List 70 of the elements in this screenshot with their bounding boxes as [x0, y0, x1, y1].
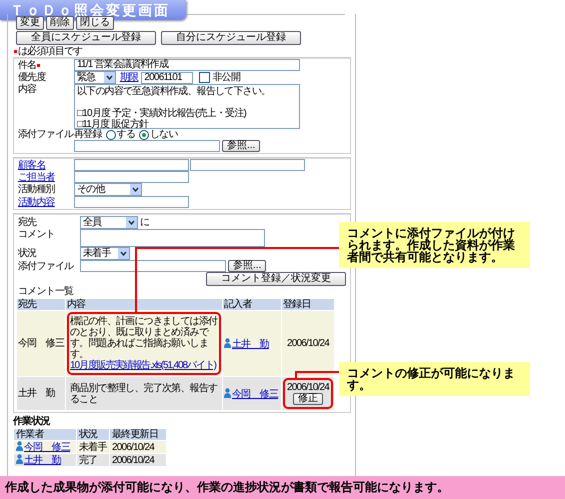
comment-text: 標記の件、計画につきましては添付のとおり、既に取りまとめ済みです。問題あればご指摘お願いします。 10月度販売実績報告.xls(51,408バイト) — [67, 312, 222, 375]
priority-select[interactable]: 緊急 — [74, 71, 116, 84]
action-button[interactable]: 削除 — [46, 16, 74, 30]
input-field[interactable] — [190, 159, 305, 171]
schedule-button[interactable]: 自分にスケジュール登録 — [161, 31, 301, 45]
browse-button[interactable]: 参照... — [228, 260, 266, 272]
table-cell: 土井 勤 — [16, 376, 66, 410]
field-label: 宛先 — [18, 217, 38, 228]
column-header: 作業者 — [14, 428, 76, 440]
browse-button[interactable]: 参照... — [222, 140, 260, 152]
file-field[interactable] — [80, 260, 226, 272]
subject-field[interactable]: 11/1 営業会議資料作成 — [74, 59, 300, 71]
status-select[interactable]: 未着手 — [80, 247, 130, 260]
callout-note: コメントの修正が可能になります。 — [339, 362, 530, 396]
input-field[interactable] — [74, 171, 189, 183]
column-header: 宛先 — [16, 298, 66, 310]
content-textarea[interactable]: 以下の内容で至急資料作成、報告して下さい。 □10月度 予定・実績対比報告(売上・受注) □11月度 販促方針 — [74, 84, 300, 129]
file-field[interactable] — [74, 140, 220, 152]
recipient-suffix: に — [140, 217, 150, 228]
field-label: 件名 — [18, 60, 36, 70]
radio-option[interactable]: する — [106, 129, 136, 140]
input-field[interactable] — [74, 196, 189, 208]
column-header: 内容 — [66, 298, 223, 310]
person-icon — [16, 454, 23, 464]
field-label: 状況 — [18, 248, 38, 259]
recipient-select[interactable]: 全員 — [80, 216, 138, 229]
column-header: 記入者 — [222, 298, 282, 310]
schedule-button[interactable]: 全員にスケジュール登録 — [16, 31, 156, 45]
field-label-link[interactable]: 顧客名 — [18, 160, 46, 170]
required-mark-icon — [14, 50, 17, 53]
person-icon — [16, 441, 23, 451]
callout-note: コメントに添付ファイルが付けられます。作成した資料が作業者間で共有可能となります。 — [339, 222, 530, 268]
field-label-link[interactable]: 活動内容 — [18, 196, 55, 208]
due-date-field[interactable]: 20061101 — [141, 72, 194, 84]
comment-textarea[interactable] — [80, 229, 265, 247]
column-header: 登録日 — [282, 298, 335, 310]
private-checkbox[interactable] — [199, 72, 210, 83]
reregister-label: 再登録 — [74, 129, 102, 140]
attachment-link[interactable]: 10月度販売実績報告.xls(51,408バイト) — [70, 360, 218, 371]
column-header: 状況 — [76, 428, 110, 440]
edit-button[interactable]: 修正 — [293, 393, 324, 405]
field-label: 添付ファイル — [18, 129, 74, 140]
column-header: 最終更新日 — [110, 428, 166, 440]
field-label: 添付ファイル — [18, 260, 75, 272]
comment-text: 商品別で整理し、完了次第、報告すること — [69, 382, 218, 406]
required-note: は必須項目です — [18, 46, 82, 57]
activity-type-select[interactable]: その他 — [74, 183, 142, 196]
field-label: 優先度 — [18, 72, 47, 83]
field-label: コメント — [18, 229, 56, 240]
comment-submit-button[interactable]: コメント登録／状況変更 — [206, 272, 346, 286]
author-link[interactable]: 土井 勤 — [224, 338, 269, 350]
field-label-link[interactable]: ご担当者 — [18, 172, 55, 182]
table-cell: 完了 — [76, 454, 110, 466]
checkbox-label: 非公開 — [212, 72, 240, 83]
table-cell: 2006/10/24 — [110, 440, 166, 454]
date-text: 2006/10/24 — [286, 338, 330, 349]
caption-banner: 作成した成果物が添付可能になり、作業の進捗状況が書類で報告可能になります。 — [0, 476, 565, 499]
date-text: 2006/10/24 — [286, 382, 330, 393]
table-cell: 今岡 修三 — [16, 310, 66, 376]
field-label: 内容 — [18, 84, 38, 95]
due-date-link[interactable]: 期限 — [120, 72, 138, 83]
table-cell: 2006/10/24 — [110, 454, 166, 466]
section-title: 作業状況 — [13, 416, 52, 427]
input-field[interactable] — [74, 159, 189, 171]
person-icon — [224, 338, 232, 348]
section-title: コメント一覧 — [18, 286, 74, 297]
person-icon — [224, 388, 232, 398]
action-button[interactable]: 閉じる — [76, 16, 114, 30]
field-label: 活動種別 — [18, 184, 56, 195]
table-cell: 未着手 — [76, 440, 110, 454]
